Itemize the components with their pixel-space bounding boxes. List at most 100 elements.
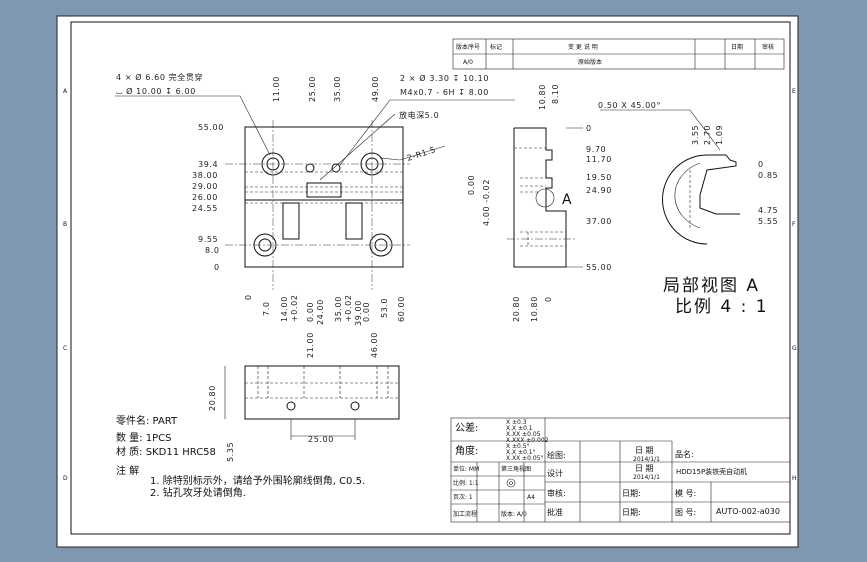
detail-marker: A xyxy=(562,192,574,208)
dim-front-bottom: 24.00 xyxy=(316,299,325,325)
dim-side-top: 8.10 xyxy=(551,84,560,104)
date-value: 2014/1/1 xyxy=(633,474,660,481)
border-letter: F xyxy=(792,221,796,228)
drawing-no: AUTO-002-a030 xyxy=(716,507,780,516)
dim-detail-right: 0 xyxy=(758,160,764,169)
dim-front-bottom: 14.00 xyxy=(280,296,289,322)
approved-label: 批准 xyxy=(547,507,563,517)
dim-side-left: 4.00 -0.02 xyxy=(482,179,491,226)
note-quantity: 数 量: 1PCS xyxy=(116,431,171,444)
dim-detail-top: 2.70 xyxy=(703,125,712,145)
dim-front-left: 55.00 xyxy=(198,123,224,132)
dim-front-left: 39.4 xyxy=(198,160,218,169)
process: 加工流程 xyxy=(453,510,477,518)
detail-scale: 比例 4 : 1 xyxy=(675,297,769,317)
drawing-no-label: 图 号: xyxy=(675,508,696,517)
dim-front-left: 38.00 xyxy=(192,171,218,180)
dim-side-bottom: 0 xyxy=(544,296,553,302)
dim-detail-right: 4.75 xyxy=(758,206,778,215)
dim-front-left: 9.55 xyxy=(198,235,218,244)
rev-cell: A/0 xyxy=(463,59,473,66)
note-material: 材 质: SKD11 HRC58 xyxy=(116,445,216,458)
note-line-1: 1. 除特别标示外，请给予外围轮廓线倒角, C0.5. xyxy=(150,474,365,487)
note-title: 注 解 xyxy=(116,464,139,477)
dim-front-bottom: 0 xyxy=(244,294,253,300)
dim-side-right: 0 xyxy=(586,124,592,133)
dim-side-right: 24.90 xyxy=(586,186,612,195)
version: 版本: A/0 xyxy=(501,510,527,518)
callout-chamfer: 0.50 X 45.00° xyxy=(598,101,661,110)
product-name: HDD15P装铁壳自动机 xyxy=(676,467,747,476)
dim-detail-top: 1.09 xyxy=(715,125,724,145)
dim-side-top: 10.80 xyxy=(538,84,547,110)
rev-header: 日期 xyxy=(731,43,743,51)
dim-front-left: 29.00 xyxy=(192,182,218,191)
dim-front-bottom: +0.02 xyxy=(290,294,299,322)
dim-detail-top: 3.55 xyxy=(691,125,700,145)
rev-header: 版本序号 xyxy=(456,43,480,51)
callout-thru-holes: 4 × Ø 6.60 完全贯穿 xyxy=(116,72,203,82)
callout-edm-depth: 放电深5.0 xyxy=(399,110,439,120)
border-letter: D xyxy=(63,475,68,482)
dim-bottom-side: 5.35 xyxy=(226,442,235,462)
dim-side-right: 11.70 xyxy=(586,155,612,164)
date-label: 日 期 xyxy=(635,446,654,455)
dim-front-bottom: 35.00 xyxy=(334,296,343,322)
callout-thread: M4x0.7 - 6H ↧ 8.00 xyxy=(400,88,489,97)
angle-value: X.XX ±0.05° xyxy=(506,455,544,462)
dim-front-top: 35.00 xyxy=(333,76,342,102)
dim-front-bottom: 60.00 xyxy=(397,296,406,322)
callout-tap-drill: 2 × Ø 3.30 ↧ 10.10 xyxy=(400,73,489,83)
page: 页次: 1 xyxy=(453,493,473,501)
dim-side-bottom: 20.80 xyxy=(512,296,521,322)
dim-front-left: 26.00 xyxy=(192,193,218,202)
dim-front-left: 0 xyxy=(214,263,220,272)
rev-header: 标记 xyxy=(490,43,502,51)
rev-cell: 原始版本 xyxy=(578,58,602,66)
unit: 单位: MM xyxy=(453,465,479,473)
dim-front-bottom: 46.00 xyxy=(370,332,379,358)
drawing-canvas: A B C D E F G H 版本序号 标记 变 更 说 明 日期 审核 A/… xyxy=(56,15,799,548)
date-value: 2014/1/1 xyxy=(633,456,660,463)
dim-front-bottom: 21.00 xyxy=(306,332,315,358)
dim-front-bottom: 7.0 xyxy=(262,301,271,316)
dim-side-right: 55.00 xyxy=(586,263,612,272)
checked-label: 审核: xyxy=(547,488,566,498)
dim-detail-right: 0.85 xyxy=(758,171,778,180)
dim-front-left: 24.55 xyxy=(192,204,218,213)
dim-front-bottom: 0.00 xyxy=(306,302,315,322)
border-letter: G xyxy=(792,345,797,352)
dim-side-bottom: 10.80 xyxy=(530,296,539,322)
dim-front-bottom: 53.0 xyxy=(380,298,389,318)
dim-side-right: 19.50 xyxy=(586,173,612,182)
angle-label: 角度: xyxy=(455,444,478,457)
note-line-2: 2. 钻孔攻牙处请倒角. xyxy=(150,486,246,499)
border-letter: C xyxy=(63,345,67,352)
dim-front-top: 11.00 xyxy=(272,76,281,102)
rev-header: 审核 xyxy=(762,43,774,51)
tolerance-label: 公差: xyxy=(455,421,478,434)
border-letter: E xyxy=(792,88,796,95)
date-label: 日期: xyxy=(622,508,641,517)
border-letter: H xyxy=(792,475,797,482)
dim-side-left: 0.00 xyxy=(467,175,476,195)
dim-side-right: 9.70 xyxy=(586,145,606,154)
dim-bottom-width: 25.00 xyxy=(308,435,334,444)
date-label: 日 期 xyxy=(635,464,654,473)
sheet-size: A4 xyxy=(527,494,535,501)
dim-side-right: 37.00 xyxy=(586,217,612,226)
product-label: 品名: xyxy=(675,449,694,459)
dim-front-bottom: +0.02 xyxy=(344,294,353,322)
dim-front-bottom: 0.00 xyxy=(362,302,371,322)
scale: 比例: 1:1 xyxy=(453,479,479,487)
projection: 第三角视图 xyxy=(501,465,531,473)
dim-detail-right: 5.55 xyxy=(758,217,778,226)
border-letter: B xyxy=(63,221,67,228)
rev-header: 变 更 说 明 xyxy=(568,43,598,51)
dim-front-left: 8.0 xyxy=(205,246,220,255)
note-part-name: 零件名: PART xyxy=(116,414,178,427)
drawn-label: 绘图: xyxy=(547,450,566,460)
callout-counterbore: ⌴ Ø 10.00 ↧ 6.00 xyxy=(116,86,196,96)
designed-label: 设计 xyxy=(547,468,563,478)
detail-title: 局部视图 A xyxy=(663,276,760,296)
